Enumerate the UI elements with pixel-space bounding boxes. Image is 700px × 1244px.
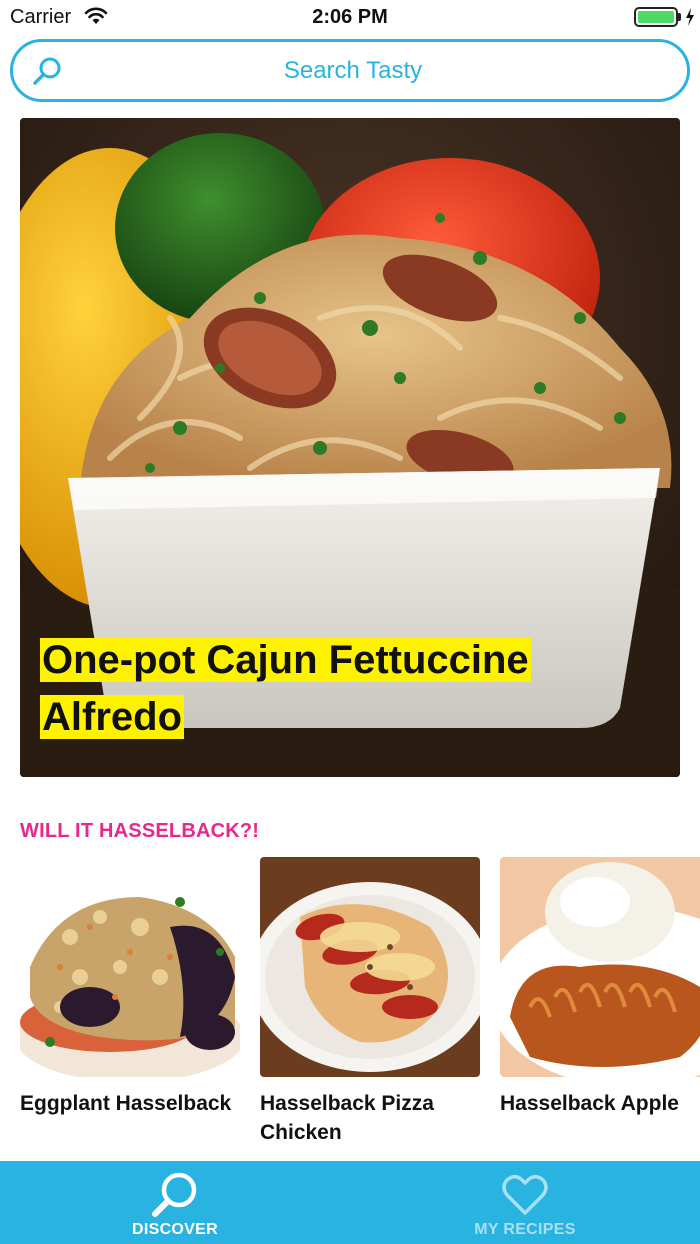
- recipe-thumbnail: [260, 857, 480, 1077]
- tab-discover[interactable]: DISCOVER: [0, 1161, 350, 1244]
- featured-recipe-card[interactable]: One-pot Cajun Fettuccine Alfredo: [20, 118, 680, 777]
- apple-photo: [500, 857, 700, 1077]
- search-input[interactable]: [73, 42, 633, 99]
- tab-my-recipes[interactable]: MY RECIPES: [350, 1161, 700, 1244]
- featured-recipe-title: One-pot Cajun Fettuccine Alfredo: [40, 632, 640, 746]
- charging-bolt-icon: [686, 8, 694, 26]
- recipe-card-apple[interactable]: Hasselback Apple: [500, 857, 700, 1118]
- recipe-card-eggplant[interactable]: Eggplant Hasselback: [20, 857, 240, 1118]
- search-icon: [33, 57, 61, 85]
- battery-icon: [634, 7, 678, 27]
- recipe-card-title: Hasselback Apple: [500, 1092, 679, 1115]
- recipe-thumbnail: [500, 857, 700, 1077]
- recipe-card-title: Eggplant Hasselback: [20, 1092, 232, 1115]
- status-bar: Carrier 2:06 PM: [0, 0, 700, 36]
- battery-cap: [678, 13, 681, 21]
- recipe-thumbnail: [20, 857, 240, 1077]
- tab-bar: DISCOVER MY RECIPES: [0, 1161, 700, 1244]
- tab-label: DISCOVER: [132, 1221, 218, 1238]
- section-title: WILL IT HASSELBACK?!: [20, 820, 260, 842]
- recipe-card-pizza-chicken[interactable]: Hasselback Pizza Chicken: [260, 857, 480, 1147]
- featured-recipe-title-text: One-pot Cajun Fettuccine Alfredo: [40, 638, 531, 739]
- tab-label: MY RECIPES: [474, 1221, 576, 1238]
- search-bar[interactable]: [10, 39, 690, 102]
- status-time: 2:06 PM: [312, 6, 388, 28]
- heart-icon: [502, 1175, 548, 1215]
- pizza-chicken-photo: [260, 857, 480, 1077]
- recipe-card-title: Hasselback Pizza Chicken: [260, 1092, 434, 1144]
- eggplant-photo: [20, 857, 240, 1077]
- search-icon: [152, 1172, 197, 1217]
